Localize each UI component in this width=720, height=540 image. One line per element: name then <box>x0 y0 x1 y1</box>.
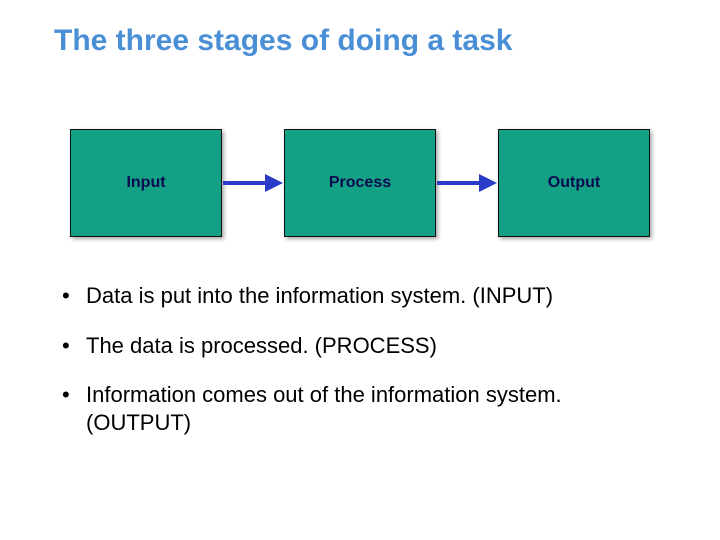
bullet-text: The data is processed. (PROCESS) <box>86 333 437 358</box>
stages-diagram: Input Process Output <box>70 128 650 238</box>
slide-title: The three stages of doing a task <box>54 24 512 58</box>
arrow-head-icon <box>265 174 283 192</box>
bullet-text: Data is put into the information system.… <box>86 283 553 308</box>
list-item: The data is processed. (PROCESS) <box>58 332 660 360</box>
stage-label-process: Process <box>329 174 391 192</box>
stage-box-output: Output <box>498 129 650 237</box>
list-item: Information comes out of the information… <box>58 381 660 436</box>
stage-box-input: Input <box>70 129 222 237</box>
stage-label-input: Input <box>126 174 165 192</box>
slide: The three stages of doing a task Input P… <box>0 0 720 540</box>
arrow-shaft <box>223 181 265 185</box>
stage-box-process: Process <box>284 129 436 237</box>
bullet-list: Data is put into the information system.… <box>58 282 660 458</box>
arrow-icon <box>437 176 497 190</box>
arrow-icon <box>223 176 283 190</box>
arrow-shaft <box>437 181 479 185</box>
arrow-head-icon <box>479 174 497 192</box>
bullet-text: Information comes out of the information… <box>86 382 562 435</box>
list-item: Data is put into the information system.… <box>58 282 660 310</box>
stage-label-output: Output <box>548 174 600 192</box>
